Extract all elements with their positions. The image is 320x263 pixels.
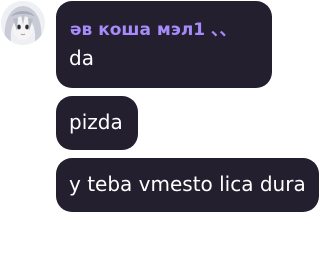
message-bubble-3[interactable]: y teba vmesto lica dura [56,158,319,212]
message-text-2: pizda [69,110,123,134]
avatar-image [1,1,45,45]
message-bubble-1[interactable]: әв коша мэл1 、、 da [56,1,272,88]
message-bubble-2[interactable]: pizda [56,96,138,150]
message-text-3: y teba vmesto lica dura [69,172,306,196]
sender-avatar[interactable] [1,1,45,45]
message-text-1: da [69,46,94,70]
sender-name[interactable]: әв коша мэл1 、、 [70,15,237,40]
